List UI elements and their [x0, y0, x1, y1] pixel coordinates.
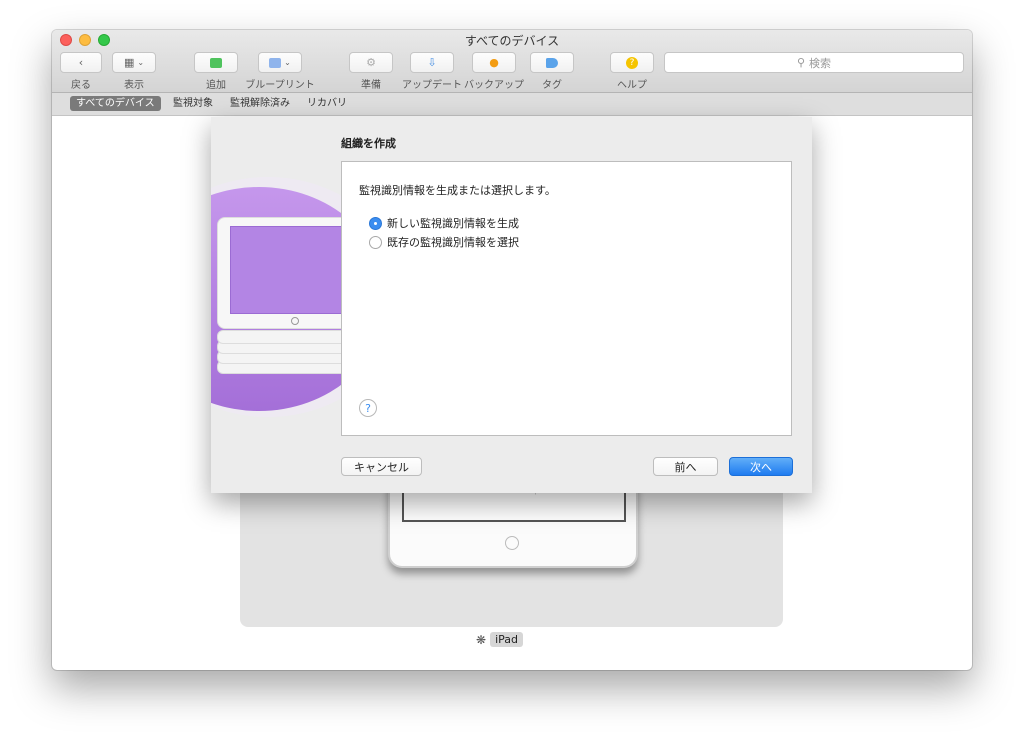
description-text: 監視識別情報を生成または選択します。	[359, 184, 556, 197]
chevron-left-icon: ‹	[78, 56, 84, 69]
add-label: 追加	[206, 80, 226, 91]
search-field[interactable]: ⚲ 検索	[664, 52, 964, 73]
previous-button[interactable]: 前へ	[653, 457, 718, 476]
help-button[interactable]: ?	[610, 52, 654, 73]
cancel-button[interactable]: キャンセル	[341, 457, 422, 476]
sheet-title: 組織を作成	[341, 137, 396, 150]
grid-view-icon: ▦	[123, 56, 135, 69]
radio-label-existing: 既存の監視識別情報を選択	[387, 236, 519, 249]
ipad-icon-home-button	[291, 317, 299, 325]
add-button[interactable]	[194, 52, 238, 73]
device-label[interactable]: ❋ iPad	[476, 632, 523, 647]
blueprint-icon	[269, 57, 282, 68]
backup-button[interactable]: ●	[472, 52, 516, 73]
back-label: 戻る	[71, 80, 91, 91]
update-button[interactable]: ⇩	[410, 52, 454, 73]
device-name: iPad	[490, 632, 523, 647]
window-title: すべてのデバイス	[464, 34, 560, 48]
search-icon: ⚲	[796, 56, 806, 69]
backup-icon: ●	[489, 56, 499, 69]
chevron-down-icon: ⌄	[137, 58, 145, 67]
tab-all-devices[interactable]: すべてのデバイス	[70, 96, 161, 111]
blueprint-label: ブループリント	[245, 80, 315, 91]
blueprint-button[interactable]: ⌄	[258, 52, 302, 73]
chevron-down-icon: ⌄	[284, 58, 291, 67]
plus-icon	[210, 57, 222, 68]
download-icon: ⇩	[427, 56, 437, 69]
help-label: ヘルプ	[617, 80, 647, 91]
view-menu-button[interactable]: ▦ ⌄	[112, 52, 156, 73]
prepare-button[interactable]: ⚙	[349, 52, 393, 73]
tag-button[interactable]	[530, 52, 574, 73]
radio-button-selected[interactable]	[369, 216, 382, 230]
create-organization-sheet: 組織を作成 監視識別情報を生成または選択します。 新しい監視識別情報を生成 既存…	[211, 117, 812, 493]
radio-button-unselected[interactable]	[369, 235, 382, 249]
backup-label: バックアップ	[464, 80, 524, 91]
content-box: 監視識別情報を生成または選択します。 新しい監視識別情報を生成 既存の監視識別情…	[341, 161, 792, 436]
filter-tab-bar: すべてのデバイス 監視対象 監視解除済み リカバリ	[52, 93, 972, 116]
question-mark-icon: ?	[365, 401, 371, 415]
back-button[interactable]: ‹	[60, 52, 102, 73]
tag-icon	[546, 57, 558, 68]
search-placeholder: 検索	[809, 56, 832, 70]
tab-unsupervised[interactable]: 監視解除済み	[224, 96, 296, 111]
home-button-icon	[505, 536, 519, 550]
toolbar: すべてのデバイス ‹ 戻る ▦ ⌄ 表示 追加 ⌄ ブループリント ⚙ 準備 ⇩ …	[52, 30, 972, 93]
radio-option-generate[interactable]: 新しい監視識別情報を生成	[369, 215, 519, 231]
help-button[interactable]: ?	[359, 399, 377, 417]
tab-recovery[interactable]: リカバリ	[301, 96, 353, 111]
app-window: すべてのデバイス ‹ 戻る ▦ ⌄ 表示 追加 ⌄ ブループリント ⚙ 準備 ⇩ …	[52, 30, 972, 670]
spinner-icon: ❋	[476, 632, 487, 647]
next-button[interactable]: 次へ	[729, 457, 793, 476]
view-label: 表示	[124, 80, 144, 91]
prepare-label: 準備	[361, 80, 381, 91]
gear-icon: ⚙	[366, 56, 376, 69]
help-icon: ?	[626, 56, 638, 69]
tag-label: タグ	[542, 80, 562, 91]
radio-label-generate: 新しい監視識別情報を生成	[387, 217, 519, 230]
tab-supervised[interactable]: 監視対象	[167, 96, 219, 111]
radio-option-choose-existing[interactable]: 既存の監視識別情報を選択	[369, 234, 519, 250]
